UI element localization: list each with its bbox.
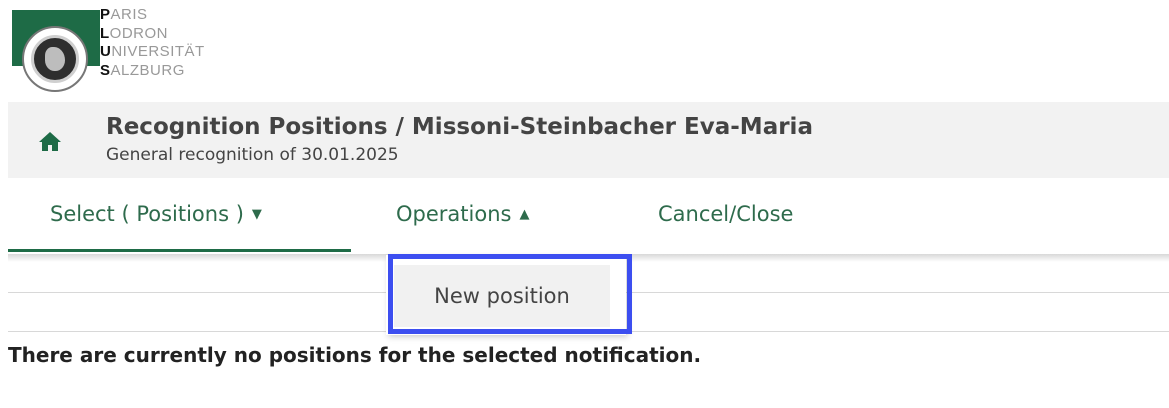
active-tab-underline [8,249,351,252]
select-positions-menu[interactable]: Select ( Positions ) ▼ [50,202,262,226]
university-logo: PARIS LODRON UNIVERSITÄT SALZBURG [12,4,252,100]
logo-line: UNIVERSITÄT [100,43,205,60]
new-position-menu-item[interactable]: New position [394,265,610,327]
logo-wordmark: PARIS LODRON UNIVERSITÄT SALZBURG [100,6,205,80]
home-icon[interactable] [38,130,62,152]
page-subtitle: General recognition of 30.01.2025 [106,145,399,165]
operations-menu[interactable]: Operations ▲ [396,202,529,226]
empty-state-message: There are currently no positions for the… [8,343,702,367]
cancel-close-button[interactable]: Cancel/Close [658,202,793,226]
operations-label: Operations [396,202,512,226]
logo-line: LODRON [100,24,169,42]
caret-down-icon: ▼ [251,207,262,222]
logo-seal-icon [22,26,88,92]
operations-dropdown: New position [386,255,626,335]
page-header: Recognition Positions / Missoni-Steinbac… [8,102,1169,178]
select-positions-label: Select ( Positions ) [50,202,244,226]
menu-bar: Select ( Positions ) ▼ Operations ▲ Cancel… [8,178,1169,254]
logo-line: PARIS [100,6,148,23]
logo-line: SALZBURG [100,61,185,79]
caret-up-icon: ▲ [519,207,530,222]
page-title: Recognition Positions / Missoni-Steinbac… [106,114,813,140]
